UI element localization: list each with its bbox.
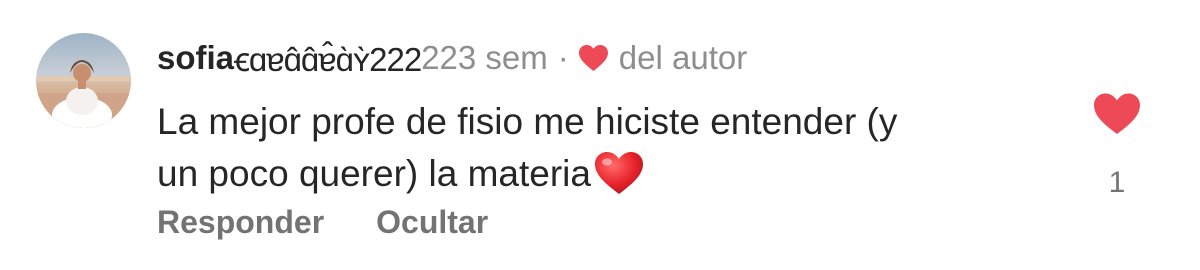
timestamp: 223 sem: [421, 39, 548, 76]
comment-meta: sofia ꞓɑɐɑ̂ɑ̂ɐ̂ɑ̀ʏ̀222 223 sem · del autor: [157, 38, 747, 78]
username-suffix[interactable]: ꞓɑɐɑ̂ɑ̂ɐ̂ɑ̀ʏ̀222: [234, 36, 422, 81]
comment-item: sofia ꞓɑɐɑ̂ɑ̂ɐ̂ɑ̀ʏ̀222 223 sem · del autor …: [0, 0, 1200, 270]
red-heart-emoji-icon: [593, 150, 645, 196]
like-count: 1: [1108, 166, 1126, 199]
comment-text-line-1: La mejor profe de fisio me hiciste enten…: [157, 101, 898, 142]
heart-filled-icon[interactable]: [1093, 92, 1141, 136]
liked-by-author-label: del autor: [618, 39, 748, 76]
comment-actions: Responder Ocultar: [157, 204, 488, 241]
comment-text: La mejor profe de fisio me hiciste enten…: [157, 96, 1057, 200]
username[interactable]: sofia: [157, 39, 234, 77]
avatar-image: [36, 33, 131, 128]
hide-button[interactable]: Ocultar: [376, 204, 488, 241]
separator-dot: ·: [557, 39, 569, 76]
comment-text-line-2-text: un poco querer) la materia: [157, 153, 591, 194]
reply-button[interactable]: Responder: [157, 204, 324, 241]
heart-icon: [578, 44, 609, 72]
avatar[interactable]: [36, 33, 131, 128]
comment-text-line-2: un poco querer) la materia: [157, 148, 1057, 200]
